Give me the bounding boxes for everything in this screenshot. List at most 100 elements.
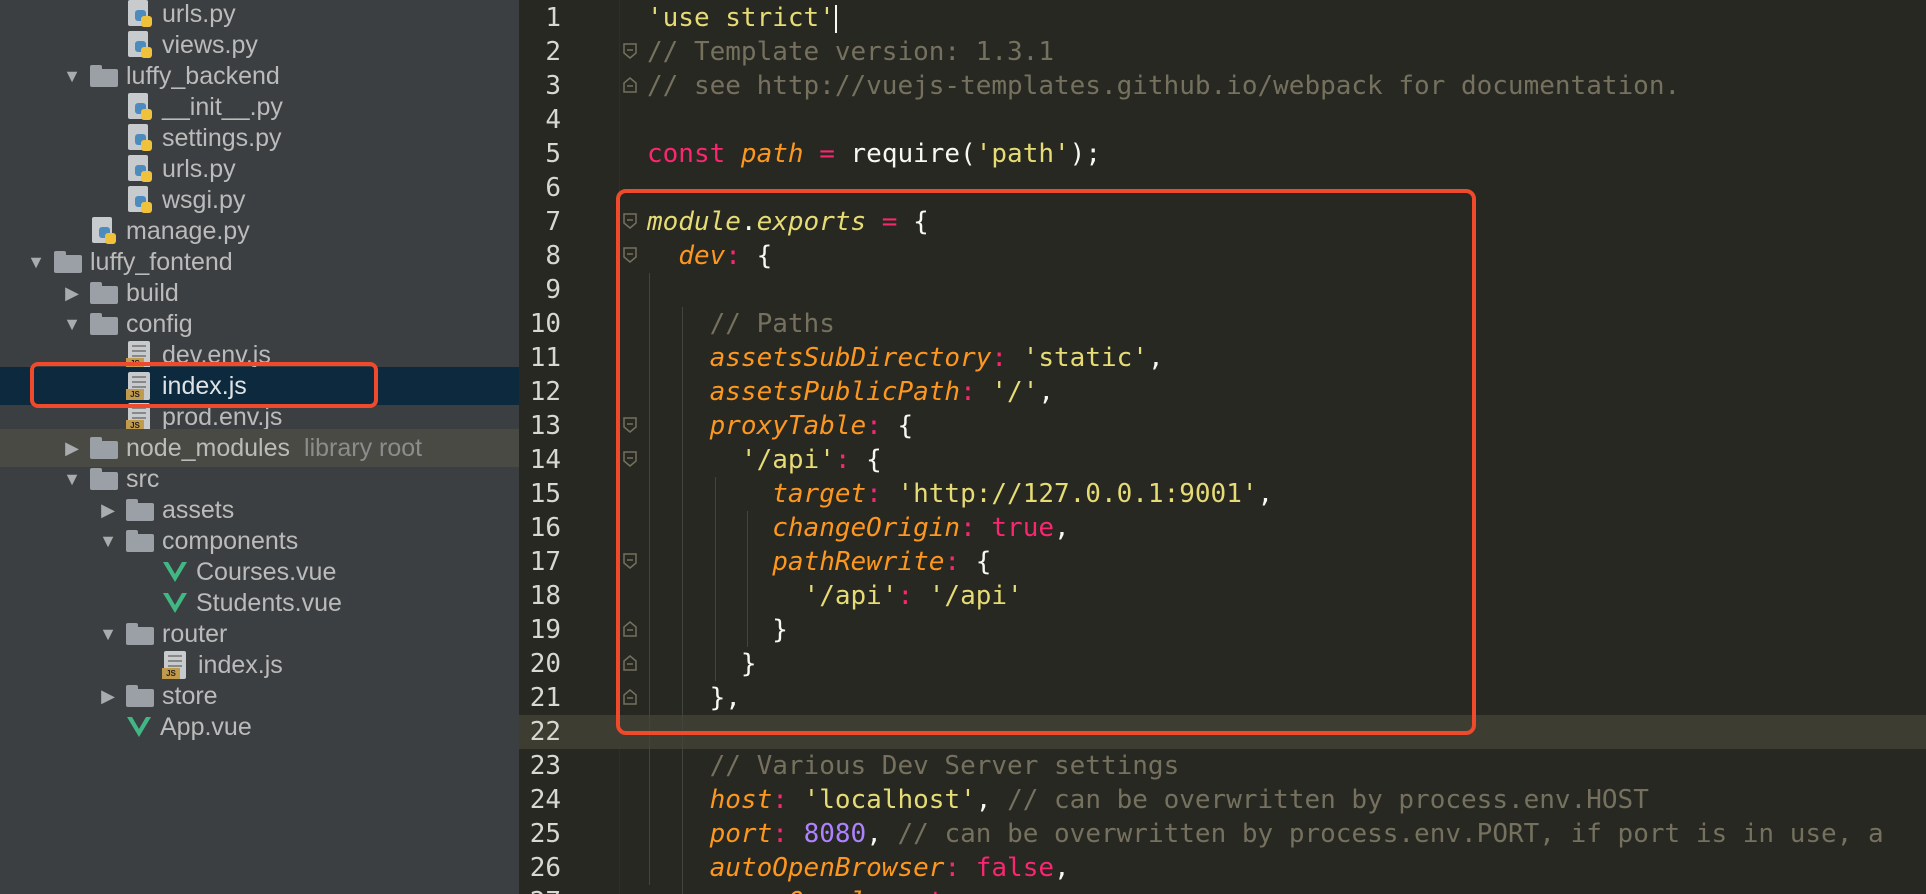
line-number: 5 <box>545 139 561 169</box>
tree-item-label: urls.py <box>162 0 236 28</box>
code-token: const <box>647 139 741 169</box>
code-line[interactable]: 10 // Paths <box>519 307 1926 341</box>
fold-open-icon[interactable] <box>623 247 637 263</box>
code-line[interactable]: 20 } <box>519 647 1926 681</box>
python-file-icon <box>126 0 154 28</box>
code-token: , <box>1038 377 1055 407</box>
tree-item-label: Courses.vue <box>196 557 337 586</box>
code-line[interactable]: 27 errorOverlay: true, <box>519 885 1926 894</box>
code-token: { <box>960 547 992 577</box>
fold-open-icon[interactable] <box>623 213 637 229</box>
expand-arrow-down-icon[interactable]: ▼ <box>98 624 118 644</box>
fold-open-icon[interactable] <box>623 43 637 59</box>
code-token: : <box>772 819 788 849</box>
code-line[interactable]: 18 '/api': '/api' <box>519 579 1926 613</box>
tree-item-label: components <box>162 526 299 555</box>
code-line[interactable]: 25 port: 8080, // can be overwritten by … <box>519 817 1926 851</box>
tree-item-label: views.py <box>162 30 258 59</box>
code-line[interactable]: 6 <box>519 171 1926 205</box>
tree-item-label: config <box>126 309 193 338</box>
folder-icon <box>54 251 82 273</box>
code-token: exports <box>756 207 867 237</box>
fold-close-icon[interactable] <box>623 77 637 93</box>
fold-close-icon[interactable] <box>623 689 637 705</box>
code-token: , <box>975 785 1008 815</box>
code-token: : <box>725 241 741 271</box>
code-line[interactable]: 21 }, <box>519 681 1926 715</box>
expand-arrow-right-icon[interactable]: ▶ <box>98 686 118 706</box>
line-number: 19 <box>529 615 561 645</box>
code-text: proxyTable: { <box>647 409 914 443</box>
line-number: 11 <box>529 343 561 373</box>
code-token: , <box>991 887 1007 894</box>
expand-arrow-down-icon[interactable]: ▼ <box>62 469 82 489</box>
code-line[interactable]: 24 host: 'localhost', // can be overwrit… <box>519 783 1926 817</box>
code-token: : <box>772 785 788 815</box>
fold-open-icon[interactable] <box>623 553 637 569</box>
line-number: 25 <box>529 819 561 849</box>
folder-icon <box>126 623 154 645</box>
code-line[interactable]: 13 proxyTable: { <box>519 409 1926 443</box>
code-line[interactable]: 16 changeOrigin: true, <box>519 511 1926 545</box>
code-line[interactable]: 1 'use strict' <box>519 1 1926 35</box>
line-number: 6 <box>545 173 561 203</box>
code-line[interactable]: 26 autoOpenBrowser: false, <box>519 851 1926 885</box>
code-token: 8080 <box>803 819 867 849</box>
code-text: host: 'localhost', // can be overwritten… <box>647 783 1649 817</box>
code-line[interactable]: 5 const path = require('path'); <box>519 137 1926 171</box>
code-line[interactable]: 4 <box>519 103 1926 137</box>
code-line[interactable]: 2 // Template version: 1.3.1 <box>519 35 1926 69</box>
code-token: . <box>740 207 757 237</box>
line-number: 2 <box>545 37 561 67</box>
folder-icon <box>90 282 118 304</box>
code-line[interactable]: 9 <box>519 273 1926 307</box>
line-number: 3 <box>545 71 561 101</box>
folder-icon <box>90 468 118 490</box>
line-number: 21 <box>529 683 561 713</box>
expand-arrow-right-icon[interactable]: ▶ <box>62 438 82 458</box>
tree-item[interactable]: ▶App.vue <box>0 708 519 746</box>
expand-arrow-right-icon[interactable]: ▶ <box>62 283 82 303</box>
tree-item-label: build <box>126 278 179 307</box>
tree-item-label: src <box>126 464 160 493</box>
tree-item-label: manage.py <box>126 216 250 245</box>
code-line[interactable]: 3 // see http://vuejs-templates.github.io… <box>519 69 1926 103</box>
fold-close-icon[interactable] <box>623 655 637 671</box>
fold-close-icon[interactable] <box>623 621 637 637</box>
code-editor[interactable]: 1 'use strict' 2 // Template version: 1.3.1… <box>519 0 1926 894</box>
code-token: : <box>866 411 882 441</box>
code-token: true <box>991 513 1055 543</box>
code-line[interactable]: 7 module.exports = { <box>519 205 1926 239</box>
python-file-icon <box>90 217 118 245</box>
code-line[interactable]: 17 pathRewrite: { <box>519 545 1926 579</box>
expand-arrow-down-icon[interactable]: ▼ <box>62 314 82 334</box>
code-line[interactable]: 23 // Various Dev Server settings <box>519 749 1926 783</box>
text-cursor <box>834 4 837 33</box>
expand-arrow-down-icon[interactable]: ▼ <box>26 252 46 272</box>
fold-open-icon[interactable] <box>623 417 637 433</box>
code-line[interactable]: 12 assetsPublicPath: '/', <box>519 375 1926 409</box>
code-line[interactable]: 11 assetsSubDirectory: 'static', <box>519 341 1926 375</box>
code-line[interactable]: 22 <box>519 715 1926 749</box>
code-text: }, <box>647 681 741 715</box>
expand-arrow-right-icon[interactable]: ▶ <box>98 500 118 520</box>
line-number: 12 <box>529 377 561 407</box>
fold-open-icon[interactable] <box>623 451 637 467</box>
expand-arrow-down-icon[interactable]: ▼ <box>98 531 118 551</box>
code-line[interactable]: 15 target: 'http://127.0.0.1:9001', <box>519 477 1926 511</box>
code-line[interactable]: 19 } <box>519 613 1926 647</box>
expand-arrow-down-icon[interactable]: ▼ <box>62 66 82 86</box>
code-line[interactable]: 8 dev: { <box>519 239 1926 273</box>
code-line[interactable]: 14 '/api': { <box>519 443 1926 477</box>
code-token: { <box>850 445 882 475</box>
vue-file-icon <box>163 562 187 582</box>
project-tree-panel[interactable]: ▶ urls.py ▶ views.py ▼ luffy_backend ▶ __init__… <box>0 0 519 894</box>
tree-item-label: settings.py <box>162 123 282 152</box>
